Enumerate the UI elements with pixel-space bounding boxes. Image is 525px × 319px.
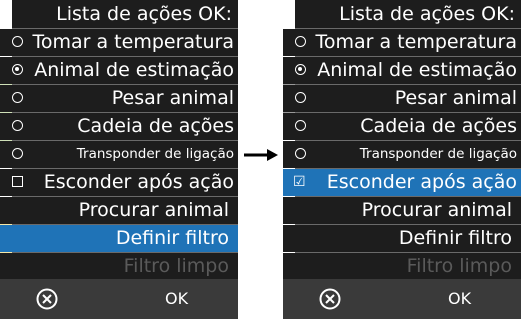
action-weigh-animal[interactable]: Pesar animal — [0, 85, 238, 112]
action-chain[interactable]: Cadeia de ações — [0, 113, 238, 140]
page-title: Lista de ações OK: — [12, 0, 238, 28]
action-label: Tomar a temperatura — [32, 31, 235, 53]
right-arrow-icon — [244, 149, 278, 161]
page-title: Lista de ações OK: — [295, 0, 521, 28]
radio-icon[interactable] — [12, 148, 23, 159]
action-label: Transponder de ligação — [76, 146, 234, 162]
radio-icon[interactable] — [295, 148, 306, 159]
checkbox-checked-icon[interactable]: ☑ — [293, 169, 306, 196]
left-screen: Lista de ações OK: Tomar a temperatura A… — [0, 0, 238, 319]
clear-filter-button[interactable]: Filtro limpo — [0, 253, 238, 280]
button-label: Definir filtro — [398, 227, 512, 249]
footer-bar: OK — [0, 279, 238, 319]
circle-x-icon[interactable] — [319, 288, 341, 310]
radio-icon[interactable] — [12, 92, 23, 103]
ok-button[interactable]: OK — [448, 279, 471, 319]
radio-icon[interactable] — [12, 120, 23, 131]
action-pet-animal[interactable]: Animal de estimação — [283, 57, 521, 84]
action-label: Pesar animal — [394, 87, 517, 109]
action-label: Transponder de ligação — [359, 146, 517, 162]
button-label: Procurar animal — [361, 199, 512, 221]
action-transponder[interactable]: Transponder de ligação — [0, 141, 238, 168]
right-screen: Lista de ações OK: Tomar a temperatura A… — [283, 0, 521, 319]
set-filter-button[interactable]: Definir filtro — [283, 225, 521, 252]
radio-icon[interactable] — [295, 36, 306, 47]
set-filter-button[interactable]: Definir filtro — [0, 225, 238, 252]
action-transponder[interactable]: Transponder de ligação — [283, 141, 521, 168]
action-weigh-animal[interactable]: Pesar animal — [283, 85, 521, 112]
checkbox-icon[interactable] — [12, 176, 23, 187]
action-chain[interactable]: Cadeia de ações — [283, 113, 521, 140]
action-label: Tomar a temperatura — [315, 31, 518, 53]
action-label: Animal de estimação — [34, 59, 234, 81]
action-label: Pesar animal — [111, 87, 234, 109]
circle-x-icon[interactable] — [36, 288, 58, 310]
button-label: Filtro limpo — [406, 255, 512, 277]
ok-button[interactable]: OK — [165, 279, 188, 319]
clear-filter-button[interactable]: Filtro limpo — [283, 253, 521, 280]
radio-icon[interactable] — [295, 120, 306, 131]
hide-after-action-toggle[interactable]: ☑ Esconder após ação — [283, 169, 521, 196]
radio-icon[interactable] — [295, 92, 306, 103]
action-take-temperature[interactable]: Tomar a temperatura — [283, 29, 521, 56]
checkbox-label: Esconder após ação — [43, 171, 234, 193]
action-pet-animal[interactable]: Animal de estimação — [0, 57, 238, 84]
action-label: Cadeia de ações — [77, 115, 234, 137]
button-label: Filtro limpo — [123, 255, 229, 277]
hide-after-action-toggle[interactable]: Esconder após ação — [0, 169, 238, 196]
radio-icon[interactable] — [12, 36, 23, 47]
radio-selected-icon[interactable] — [295, 64, 306, 75]
radio-selected-icon[interactable] — [12, 64, 23, 75]
button-label: Definir filtro — [115, 227, 229, 249]
footer-bar: OK — [283, 279, 521, 319]
search-animal-button[interactable]: Procurar animal — [0, 197, 238, 224]
action-label: Animal de estimação — [317, 59, 517, 81]
action-take-temperature[interactable]: Tomar a temperatura — [0, 29, 238, 56]
action-label: Cadeia de ações — [360, 115, 517, 137]
checkbox-label: Esconder após ação — [326, 171, 517, 193]
button-label: Procurar animal — [78, 199, 229, 221]
search-animal-button[interactable]: Procurar animal — [283, 197, 521, 224]
